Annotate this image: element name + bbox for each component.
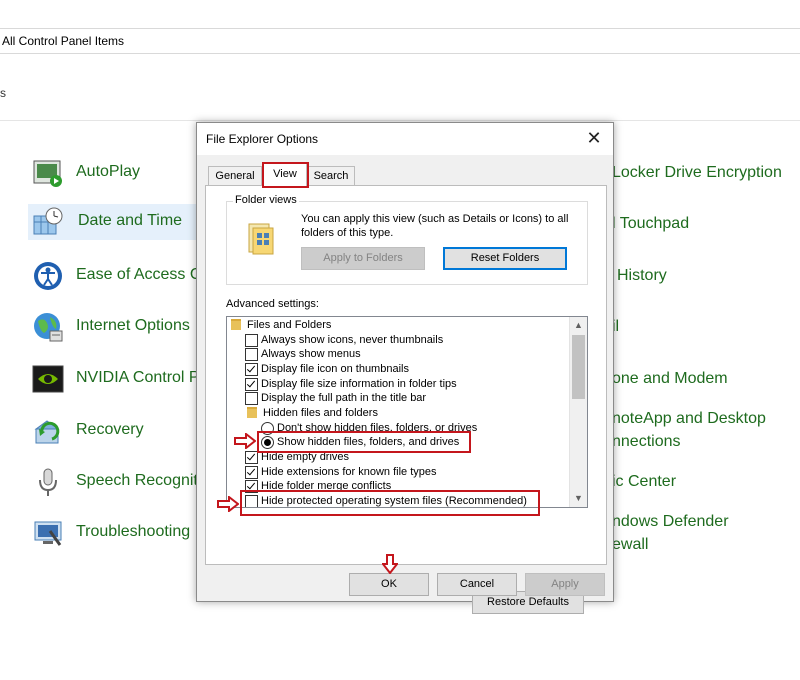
- cp-item-label: NVIDIA Control P: [76, 369, 200, 386]
- recovery-icon: [34, 420, 60, 444]
- address-bar[interactable]: All Control Panel Items: [0, 28, 800, 54]
- setting-label: Files and Folders: [247, 319, 332, 331]
- cp-item-right-9[interactable]: ewall: [612, 536, 648, 554]
- cp-item-right-2[interactable]: History: [617, 267, 667, 285]
- show-hidden-highlight: [257, 431, 471, 453]
- cp-item-label: AutoPlay: [76, 163, 141, 180]
- hide-protected-highlight: [240, 490, 540, 516]
- cancel-button[interactable]: Cancel: [437, 573, 517, 596]
- autoplay-icon: [33, 160, 62, 187]
- scroll-thumb[interactable]: [572, 335, 585, 399]
- arrow-down-icon: [382, 554, 398, 574]
- ok-button[interactable]: OK: [349, 573, 429, 596]
- cp-item-label: Internet Options: [76, 317, 190, 334]
- folder-icon: [231, 319, 241, 330]
- scroll-down-icon[interactable]: ▼: [570, 490, 587, 507]
- cp-item-label: Speech Recogniti: [76, 472, 202, 489]
- advanced-settings-list[interactable]: Files and Folders Always show icons, nev…: [226, 316, 588, 508]
- cp-item-right-8[interactable]: ndows Defender: [612, 513, 729, 531]
- cp-item-right-7[interactable]: ic Center: [612, 473, 676, 491]
- cp-item-nvidia-control-panel[interactable]: NVIDIA Control P: [32, 361, 200, 397]
- cp-item-autoplay[interactable]: AutoPlay: [32, 155, 192, 191]
- setting-label: Always show icons, never thumbnails: [261, 334, 444, 346]
- cp-item-recovery[interactable]: Recovery: [32, 413, 196, 449]
- folder-views-group: Folder views You can apply this view (su…: [226, 194, 588, 285]
- folder-views-title: Folder views: [233, 194, 299, 206]
- setting-label: Display file icon on thumbnails: [261, 363, 409, 375]
- cp-item-right-0[interactable]: Locker Drive Encryption: [612, 164, 782, 182]
- close-icon[interactable]: ✕: [583, 127, 605, 149]
- ease-of-access-icon: [34, 262, 62, 290]
- troubleshooting-icon: [34, 521, 62, 546]
- header-divider: [0, 120, 800, 121]
- cp-item-label: Ease of Access Ce: [76, 266, 211, 283]
- setting-checkbox[interactable]: [245, 334, 258, 347]
- list-scrollbar[interactable]: ▲ ▼: [569, 317, 587, 507]
- reset-folders-button[interactable]: Reset Folders: [443, 247, 567, 270]
- setting-checkbox[interactable]: [245, 378, 258, 391]
- folder-icon: [247, 407, 257, 418]
- cp-item-internet-options[interactable]: Internet Options: [32, 309, 196, 345]
- setting-label: Display the full path in the title bar: [261, 392, 427, 404]
- cp-item-date-and-time[interactable]: Date and Time: [28, 204, 198, 240]
- cp-item-speech-recognition[interactable]: Speech Recogniti: [32, 464, 201, 500]
- address-text: All Control Panel Items: [2, 34, 125, 48]
- cp-item-ease-of-access[interactable]: Ease of Access Ce: [32, 258, 210, 294]
- dialog-title: File Explorer Options: [206, 132, 319, 146]
- advanced-settings-label: Advanced settings:: [226, 298, 319, 310]
- cp-item-label: Date and Time: [78, 212, 183, 229]
- file-explorer-options-dialog: File Explorer Options ✕ General View Sea…: [196, 122, 614, 614]
- apply-button[interactable]: Apply: [525, 573, 605, 596]
- setting-checkbox[interactable]: [245, 466, 258, 479]
- cp-item-right-1[interactable]: l Touchpad: [612, 215, 689, 233]
- view-tab-highlight: [262, 162, 309, 188]
- dialog-title-bar[interactable]: File Explorer Options ✕: [197, 123, 613, 155]
- left-fragment-text: s: [0, 86, 6, 100]
- setting-checkbox[interactable]: [245, 348, 258, 361]
- tab-general[interactable]: General: [208, 166, 262, 185]
- cp-item-right-5[interactable]: noteApp and Desktop: [612, 410, 766, 428]
- setting-label: Display file size information in folder …: [261, 378, 457, 390]
- cp-item-label: Recovery: [76, 421, 144, 438]
- tab-search[interactable]: Search: [307, 166, 355, 185]
- cp-item-label: Troubleshooting: [76, 523, 191, 540]
- globe-icon: [34, 313, 63, 342]
- setting-label: Always show menus: [261, 348, 361, 360]
- setting-checkbox[interactable]: [245, 363, 258, 376]
- setting-label: Hidden files and folders: [263, 407, 378, 419]
- arrow-right-icon: [217, 496, 239, 512]
- microphone-icon: [39, 468, 57, 496]
- setting-checkbox[interactable]: [245, 392, 258, 405]
- apply-to-folders-button[interactable]: Apply to Folders: [301, 247, 425, 270]
- cp-item-troubleshooting[interactable]: Troubleshooting: [32, 515, 196, 551]
- nvidia-icon: [32, 365, 64, 393]
- clock-calendar-icon: [33, 207, 63, 235]
- arrow-right-icon: [234, 433, 256, 449]
- cp-item-right-4[interactable]: one and Modem: [612, 370, 728, 388]
- scroll-up-icon[interactable]: ▲: [570, 317, 587, 334]
- folder-views-icon: [248, 223, 274, 255]
- setting-label: Hide extensions for known file types: [261, 466, 437, 478]
- folder-views-description: You can apply this view (such as Details…: [301, 213, 569, 239]
- cp-item-right-6[interactable]: nnections: [612, 433, 681, 451]
